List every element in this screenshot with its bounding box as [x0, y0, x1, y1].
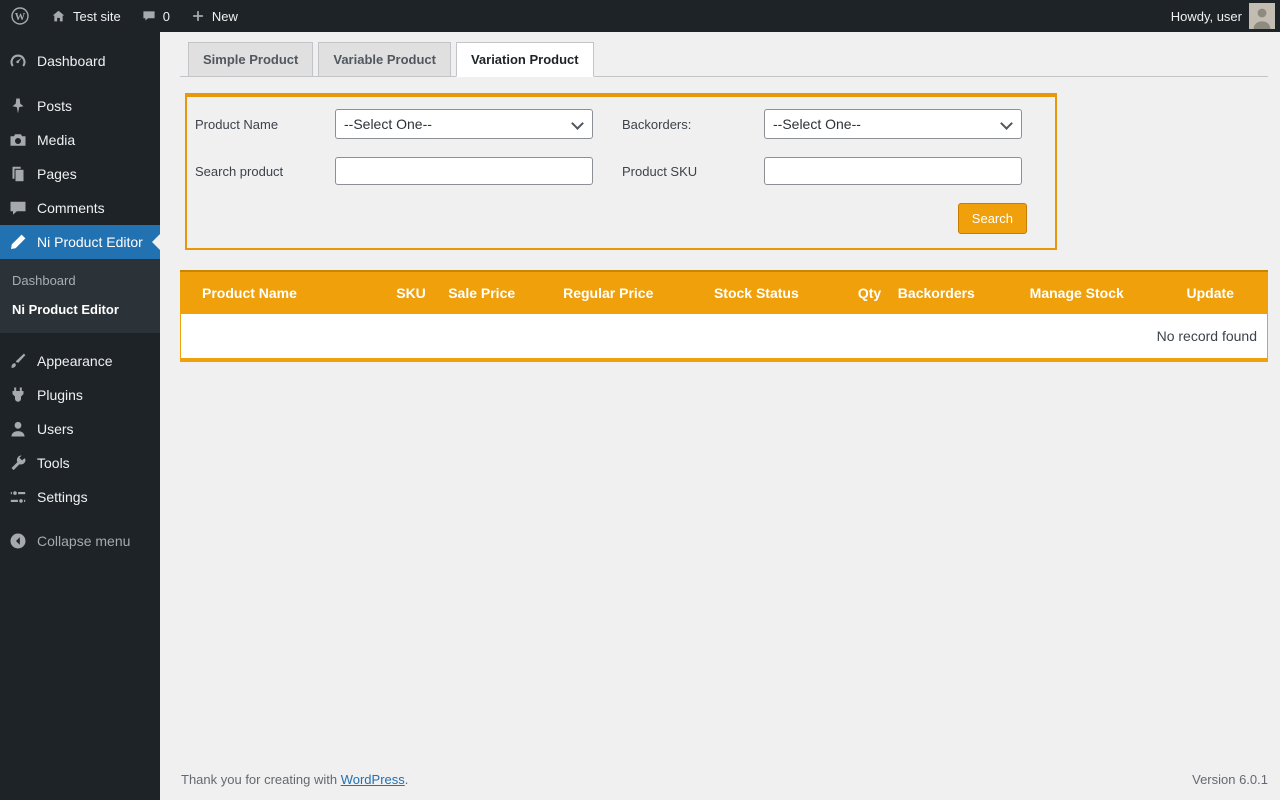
collapse-menu-button[interactable]: Collapse menu — [0, 524, 160, 558]
content-area: Simple Product Variable Product Variatio… — [160, 0, 1280, 800]
sidebar-item-label: Users — [37, 421, 74, 437]
submenu-item-dashboard[interactable]: Dashboard — [0, 266, 160, 295]
sliders-icon — [8, 487, 28, 507]
footer-thanks-text: Thank you for creating with — [181, 772, 338, 787]
comment-bubble-icon — [141, 8, 157, 24]
sidebar-item-label: Dashboard — [37, 53, 106, 69]
collapse-menu-label: Collapse menu — [37, 533, 131, 549]
sidebar-item-settings[interactable]: Settings — [0, 480, 160, 514]
admin-footer: Thank you for creating with WordPress. V… — [160, 762, 1280, 800]
home-icon — [50, 8, 67, 25]
dashboard-icon — [8, 51, 28, 71]
admin-sidebar: Dashboard Posts Media Pages Comments Ni … — [0, 32, 160, 800]
pencil-icon — [8, 232, 28, 252]
product-sku-label: Product SKU — [622, 163, 698, 179]
footer-version: Version 6.0.1 — [1192, 772, 1268, 787]
paintbrush-icon — [8, 351, 28, 371]
footer-period: . — [404, 772, 409, 787]
ni-product-editor-submenu: Dashboard Ni Product Editor — [0, 259, 160, 333]
table-header-row: Product Name SKU Sale Price Regular Pric… — [180, 271, 1268, 314]
plug-icon — [8, 385, 28, 405]
admin-bar: W Test site 0 New Howdy, user — [0, 0, 1280, 32]
wordpress-logo-icon: W — [10, 6, 30, 26]
search-filter-panel: Product Name --Select One-- Backorders: … — [185, 93, 1057, 250]
filter-row-inputs: Search product Product SKU — [193, 157, 1027, 185]
tab-simple-product[interactable]: Simple Product — [188, 42, 314, 77]
howdy-text[interactable]: Howdy, user — [1171, 9, 1242, 24]
col-sale-price: Sale Price — [440, 271, 556, 314]
wrench-icon — [8, 453, 28, 473]
empty-message: No record found — [180, 314, 1268, 360]
sidebar-item-dashboard[interactable]: Dashboard — [0, 44, 160, 78]
pushpin-icon — [8, 96, 28, 116]
tab-variable-product[interactable]: Variable Product — [318, 42, 451, 77]
search-product-input[interactable] — [335, 157, 593, 185]
speech-bubble-icon — [8, 198, 28, 218]
sidebar-item-label: Appearance — [37, 353, 113, 369]
product-type-tabs: Simple Product Variable Product Variatio… — [180, 42, 1268, 77]
wp-logo-button[interactable]: W — [0, 0, 40, 32]
search-button[interactable]: Search — [957, 203, 1027, 234]
col-regular-price: Regular Price — [555, 271, 706, 314]
sidebar-item-users[interactable]: Users — [0, 412, 160, 446]
sidebar-item-posts[interactable]: Posts — [0, 89, 160, 123]
products-table: Product Name SKU Sale Price Regular Pric… — [180, 270, 1268, 362]
new-content-button[interactable]: New — [180, 0, 248, 32]
sidebar-item-label: Comments — [37, 200, 105, 216]
site-name-link[interactable]: Test site — [40, 0, 131, 32]
product-name-select-wrap: --Select One-- — [335, 109, 593, 139]
svg-text:W: W — [15, 12, 26, 23]
sidebar-item-label: Media — [37, 132, 76, 148]
search-button-row: Search — [193, 203, 1027, 234]
comments-indicator[interactable]: 0 — [131, 0, 180, 32]
avatar[interactable] — [1249, 3, 1275, 29]
col-sku: SKU — [388, 271, 441, 314]
sidebar-item-pages[interactable]: Pages — [0, 157, 160, 191]
collapse-arrow-icon — [8, 531, 28, 551]
col-product-name: Product Name — [180, 271, 389, 314]
wordpress-link[interactable]: WordPress — [341, 772, 405, 787]
main-panel: Simple Product Variable Product Variatio… — [160, 32, 1280, 762]
menu-separator — [0, 333, 160, 344]
col-qty: Qty — [849, 271, 890, 314]
sidebar-item-comments[interactable]: Comments — [0, 191, 160, 225]
table-row: No record found — [180, 314, 1268, 360]
sidebar-item-ni-product-editor[interactable]: Ni Product Editor — [0, 225, 160, 259]
sidebar-item-tools[interactable]: Tools — [0, 446, 160, 480]
sidebar-item-label: Tools — [37, 455, 70, 471]
camera-icon — [8, 130, 28, 150]
sidebar-item-plugins[interactable]: Plugins — [0, 378, 160, 412]
submenu-item-ni-product-editor[interactable]: Ni Product Editor — [0, 295, 160, 324]
sidebar-item-label: Plugins — [37, 387, 83, 403]
comments-count: 0 — [162, 8, 170, 24]
col-manage-stock: Manage Stock — [1021, 271, 1179, 314]
backorders-label: Backorders: — [622, 116, 692, 132]
sidebar-item-label: Settings — [37, 489, 88, 505]
col-backorders: Backorders — [889, 271, 1022, 314]
backorders-select-wrap: --Select One-- — [764, 109, 1022, 139]
pages-icon — [8, 164, 28, 184]
menu-separator — [0, 78, 160, 89]
plus-icon — [190, 8, 206, 24]
col-update: Update — [1178, 271, 1268, 314]
product-name-select[interactable]: --Select One-- — [335, 109, 593, 139]
person-icon — [8, 419, 28, 439]
product-sku-input[interactable] — [764, 157, 1022, 185]
site-name-label: Test site — [73, 8, 121, 24]
product-name-label: Product Name — [195, 116, 279, 132]
backorders-select[interactable]: --Select One-- — [764, 109, 1022, 139]
tab-variation-product[interactable]: Variation Product — [455, 42, 594, 77]
search-product-label: Search product — [195, 163, 284, 179]
new-label: New — [211, 8, 238, 24]
footer-thanks: Thank you for creating with WordPress. — [181, 772, 408, 787]
sidebar-item-label: Ni Product Editor — [37, 234, 143, 250]
sidebar-item-label: Posts — [37, 98, 73, 114]
col-stock-status: Stock Status — [705, 271, 850, 314]
sidebar-item-label: Pages — [37, 166, 77, 182]
filter-row-selects: Product Name --Select One-- Backorders: … — [193, 109, 1027, 139]
sidebar-item-appearance[interactable]: Appearance — [0, 344, 160, 378]
sidebar-item-media[interactable]: Media — [0, 123, 160, 157]
